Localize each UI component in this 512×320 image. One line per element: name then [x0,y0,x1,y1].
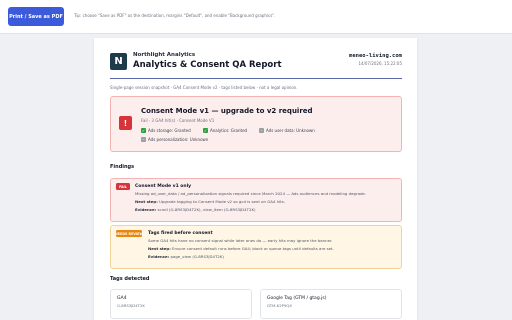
fail-badge: FAIL [116,183,130,190]
signal-label: Ads storage: Granted [148,128,191,133]
tag-card-ga4: GA4 G-8RS3JD4T2K [110,289,252,319]
finding-title: Consent Mode v1 only [135,183,192,189]
evidence-label: Evidence: [148,254,170,259]
report-page: N Northlight Analytics Analytics & Conse… [94,38,417,320]
finding-card: NEEDS REVIEW Tags fired before consent S… [110,225,402,269]
print-toolbar: Print / Save as PDF Tip: choose "Save as… [0,0,512,34]
site-domain: meneo-living.com [349,53,402,59]
evidence-text: page_view (G-8RS3JD4T2K) [170,254,224,259]
findings-heading: Findings [110,164,135,170]
check-icon: ✓ [203,127,208,133]
tag-id: GTM-K2P9QX [267,303,292,308]
finding-next-step: Next step: Ensure consent default runs b… [148,246,334,251]
alert-exclamation-icon: ! [119,116,132,130]
tags-heading: Tags detected [110,276,150,282]
report-timestamp: 14/07/2026, 15:22:05 [358,61,402,66]
finding-evidence: Evidence: scroll (G-8RS3JD4T2K), view_it… [135,207,256,212]
needs-review-badge: NEEDS REVIEW [115,230,143,237]
evidence-label: Evidence: [135,207,157,212]
evidence-text: scroll (G-8RS3JD4T2K), view_item (G-8RS3… [157,207,256,212]
signal-ads-user-data: – Ads user data: Unknown [259,127,315,134]
finding-evidence: Evidence: page_view (G-8RS3JD4T2K) [148,254,224,259]
consent-status-alert: ! Consent Mode v1 — upgrade to v2 requir… [110,96,402,152]
finding-title: Tags fired before consent [148,230,213,236]
alert-title: Consent Mode v1 — upgrade to v2 required [141,107,313,115]
finding-card: FAIL Consent Mode v1 only Missing ad_use… [110,178,402,222]
header-divider [110,78,402,79]
signal-ads-storage: ✓ Ads storage: Granted [141,127,191,134]
next-step-text: Ensure consent default runs before GA4; … [172,246,334,251]
tag-card-gtm: Google Tag (GTM / gtag.js) GTM-K2P9QX [260,289,402,319]
brand-name: Northlight Analytics [133,52,196,58]
brand-logo: N [110,53,127,70]
tag-name: Google Tag (GTM / gtag.js) [267,296,327,301]
check-icon: ✓ [141,127,146,133]
finding-description: Some GA4 hits have no consent signal whi… [148,238,333,243]
unknown-icon: – [259,127,264,133]
next-step-label: Next step: [148,246,171,251]
print-save-pdf-button[interactable]: Print / Save as PDF [8,7,64,26]
signal-ads-personalization: – Ads personalization: Unknown [141,136,208,143]
signal-label: Analytics: Granted [210,128,248,133]
alert-subtitle: Fail · 3 GA4 hit(s) · Consent Mode V1 [141,118,215,123]
next-step-text: Upgrade tagging to Consent Mode v2 so gc… [159,199,285,204]
print-tip: Tip: choose "Save as PDF" as the destina… [74,13,276,18]
report-subtitle: Single-page session snapshot · GA4 Conse… [110,85,298,90]
finding-next-step: Next step: Upgrade tagging to Consent Mo… [135,199,285,204]
next-step-label: Next step: [135,199,158,204]
signal-analytics: ✓ Analytics: Granted [203,127,247,134]
tag-name: GA4 [117,296,127,301]
signal-label: Ads personalization: Unknown [148,137,209,142]
report-title: Analytics & Consent QA Report [133,60,282,70]
signal-label: Ads user data: Unknown [266,128,315,133]
tag-id: G-8RS3JD4T2K [117,303,145,308]
unknown-icon: – [141,136,146,142]
finding-description: Missing ad_user_data / ad_personalizatio… [135,191,367,196]
